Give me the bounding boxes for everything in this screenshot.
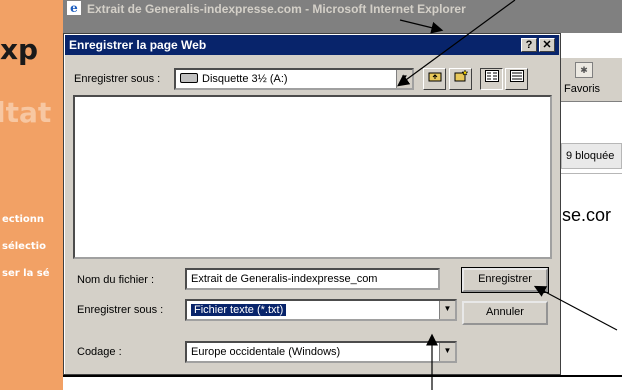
details-view-button[interactable] — [505, 68, 528, 90]
close-button[interactable]: ✕ — [539, 38, 555, 52]
left-text-2: ltat — [0, 96, 52, 129]
folder-up-icon — [428, 72, 441, 82]
file-list[interactable] — [73, 95, 552, 259]
left-text-4: sélectio — [2, 241, 46, 252]
browser-title-bar: e Extrait de Generalis-indexpresse.com -… — [63, 0, 622, 33]
save-as-type-value: Fichier texte (*.txt) — [191, 304, 287, 316]
filename-input[interactable]: Extrait de Generalis-indexpresse_com — [185, 268, 440, 290]
filename-label: Nom du fichier : — [77, 274, 155, 286]
site-text: se.cor — [562, 205, 612, 225]
save-as-type-label: Enregistrer sous : — [77, 304, 164, 316]
chevron-down-icon[interactable]: ▼ — [439, 301, 455, 319]
new-folder-icon — [454, 69, 468, 82]
ie-logo-icon: e — [67, 1, 81, 15]
list-view-icon — [484, 70, 499, 82]
new-folder-button[interactable] — [449, 68, 472, 90]
left-text-1: xp — [0, 33, 39, 66]
save-in-label: Enregistrer sous : — [74, 73, 161, 85]
help-button[interactable]: ? — [521, 38, 537, 52]
chevron-down-icon[interactable]: ▼ — [439, 343, 455, 361]
encoding-label: Codage : — [77, 346, 122, 358]
details-view-icon — [509, 70, 524, 82]
divider — [561, 173, 622, 174]
left-page-panel: xp ltat ectionn sélectio ser la sé — [0, 0, 63, 390]
dialog-title: Enregistrer la page Web — [69, 38, 207, 52]
save-in-value: Disquette 3½ (A:) — [202, 73, 288, 85]
left-text-3: ectionn — [2, 214, 45, 225]
save-in-dropdown[interactable]: Disquette 3½ (A:) ▼ — [174, 68, 414, 90]
cancel-button[interactable]: Annuler — [462, 301, 548, 325]
chevron-down-icon[interactable]: ▼ — [396, 70, 412, 88]
list-view-button[interactable] — [480, 68, 503, 90]
save-web-page-dialog: Enregistrer la page Web ? ✕ Enregistrer … — [63, 33, 561, 375]
floppy-disk-icon — [180, 73, 198, 83]
blocked-indicator: 9 bloquée — [561, 143, 622, 169]
encoding-dropdown[interactable]: Europe occidentale (Windows) ▼ — [185, 341, 457, 363]
favorites-icon[interactable]: ✱ — [575, 62, 593, 78]
save-button[interactable]: Enregistrer — [461, 267, 549, 293]
dialog-title-bar: Enregistrer la page Web ? ✕ — [65, 35, 559, 55]
up-one-level-button[interactable] — [423, 68, 446, 90]
save-as-type-dropdown[interactable]: Fichier texte (*.txt) ▼ — [185, 299, 457, 321]
left-text-5: ser la sé — [2, 268, 50, 279]
encoding-value: Europe occidentale (Windows) — [191, 346, 341, 358]
browser-title: Extrait de Generalis-indexpresse.com - M… — [87, 2, 466, 16]
status-area — [63, 375, 622, 390]
favorites-toolbar: ✱ Favoris — [561, 58, 622, 102]
right-page-panel: ✱ Favoris 9 bloquée se.cor — [561, 33, 622, 390]
favorites-label[interactable]: Favoris — [564, 83, 600, 95]
